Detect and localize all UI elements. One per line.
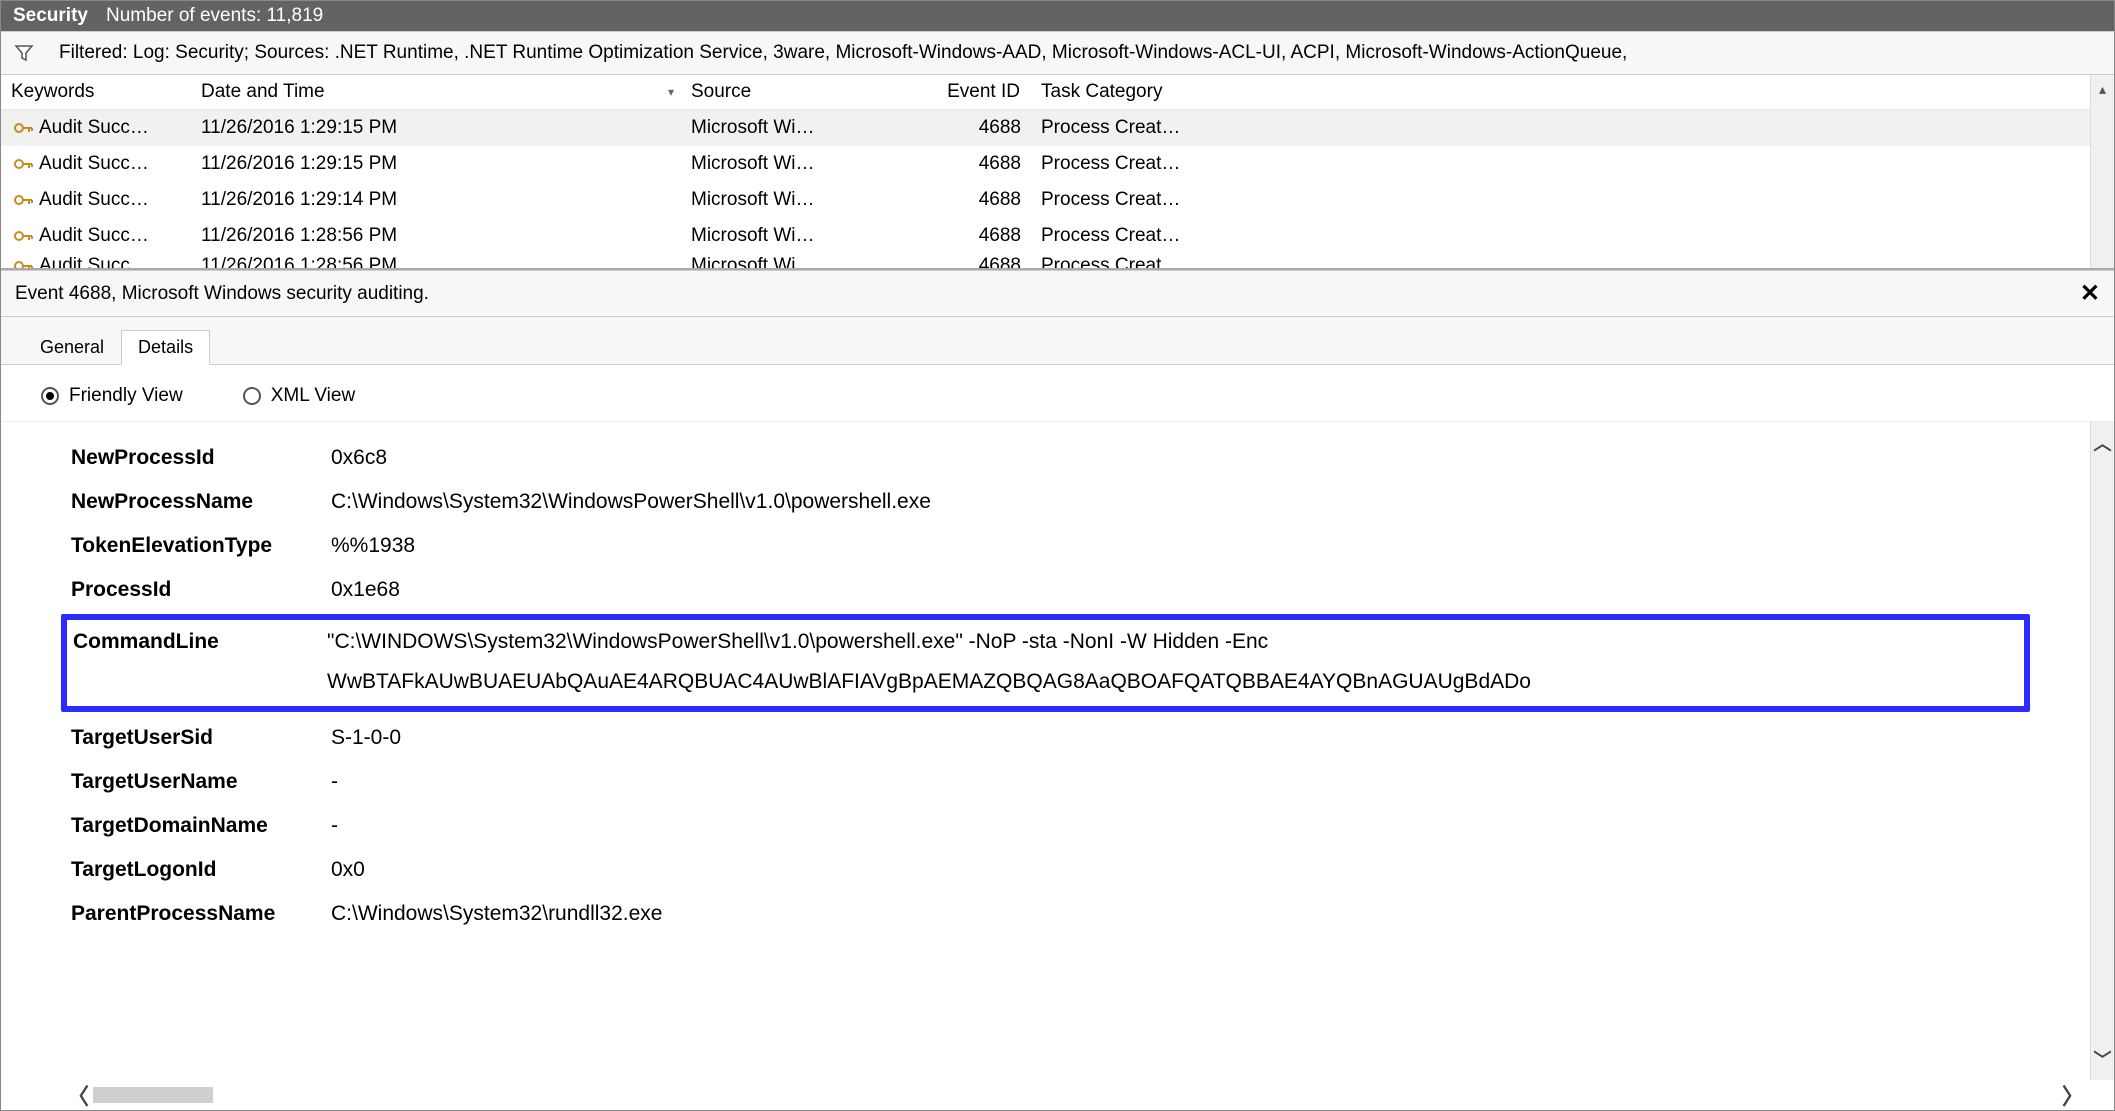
- col-source[interactable]: Source: [681, 75, 921, 109]
- prop-label: CommandLine: [73, 622, 327, 662]
- event-count: Number of events: 11,819: [106, 5, 323, 27]
- prop-row: ProcessId 0x1e68: [71, 568, 2020, 612]
- tab-general[interactable]: General: [23, 330, 121, 365]
- event-grid: Keywords Date and Time ▾ Source Event ID…: [1, 75, 2114, 270]
- table-row[interactable]: Audit Succ… 11/26/2016 1:29:14 PM Micros…: [1, 182, 2114, 218]
- prop-row: TargetDomainName -: [71, 804, 2020, 848]
- log-name: Security: [13, 5, 88, 27]
- prop-value: "C:\WINDOWS\System32\WindowsPowerShell\v…: [327, 622, 2018, 662]
- titlebar: Security Number of events: 11,819: [1, 1, 2114, 31]
- table-row[interactable]: Audit Succ… 11/26/2016 1:28:56 PM Micros…: [1, 254, 2114, 268]
- filter-description: Filtered: Log: Security; Sources: .NET R…: [59, 42, 1627, 64]
- scroll-up-icon[interactable]: ︿: [2094, 430, 2112, 456]
- prop-value: WwBTAFkAUwBUAEUAbQAuAE4ARQBUAC4AUwBlAFIA…: [327, 662, 2018, 702]
- prop-label: ProcessId: [71, 568, 331, 612]
- prop-row: NewProcessName C:\Windows\System32\Windo…: [71, 480, 2020, 524]
- col-category[interactable]: Task Category: [1031, 75, 1231, 109]
- col-keywords[interactable]: Keywords: [1, 75, 191, 109]
- key-icon: [11, 188, 35, 212]
- key-icon: [11, 224, 35, 248]
- prop-row: NewProcessId 0x6c8: [71, 436, 2020, 480]
- scroll-right-icon[interactable]: 〉: [2062, 1079, 2084, 1110]
- event-viewer-window: Security Number of events: 11,819 Filter…: [0, 0, 2115, 1111]
- details-title: Event 4688, Microsoft Windows security a…: [15, 283, 429, 305]
- prop-value: 0x0: [331, 848, 2020, 892]
- prop-value: 0x1e68: [331, 568, 2020, 612]
- prop-label: TargetUserName: [71, 760, 331, 804]
- prop-label: NewProcessName: [71, 480, 331, 524]
- prop-row: TargetUserName -: [71, 760, 2020, 804]
- table-row[interactable]: Audit Succ… 11/26/2016 1:29:15 PM Micros…: [1, 146, 2114, 182]
- prop-row: TargetLogonId 0x0: [71, 848, 2020, 892]
- scroll-thumb[interactable]: [93, 1087, 213, 1103]
- scroll-up-icon[interactable]: ▴: [2099, 81, 2106, 98]
- prop-value: -: [331, 804, 2020, 848]
- tab-details[interactable]: Details: [121, 330, 210, 365]
- filter-icon[interactable]: [13, 42, 35, 64]
- grid-header: Keywords Date and Time ▾ Source Event ID…: [1, 75, 2114, 110]
- scroll-left-icon[interactable]: 〈: [67, 1079, 89, 1110]
- col-eventid[interactable]: Event ID: [921, 75, 1031, 109]
- prop-row: WwBTAFkAUwBUAEUAbQAuAE4ARQBUAC4AUwBlAFIA…: [73, 662, 2018, 702]
- details-tabs: General Details: [1, 317, 2114, 365]
- prop-label: TargetUserSid: [71, 716, 331, 760]
- prop-label: TargetLogonId: [71, 848, 331, 892]
- event-properties: SubjectLogonId 0x3e7ab NewProcessId 0x6c…: [1, 422, 2114, 1110]
- prop-value: %%1938: [331, 524, 2020, 568]
- view-mode-radios: Friendly View XML View: [1, 365, 2114, 422]
- prop-value: -: [331, 760, 2020, 804]
- table-row[interactable]: Audit Succ… 11/26/2016 1:29:15 PM Micros…: [1, 110, 2114, 146]
- details-vscrollbar[interactable]: ︿ ﹀: [2090, 422, 2114, 1080]
- prop-row: TokenElevationType %%1938: [71, 524, 2020, 568]
- prop-row: ParentProcessName C:\Windows\System32\ru…: [71, 892, 2020, 936]
- details-hscrollbar[interactable]: 〈 〉: [61, 1080, 2090, 1110]
- grid-scrollbar[interactable]: ▴: [2090, 75, 2114, 268]
- key-icon: [11, 116, 35, 140]
- prop-label: NewProcessId: [71, 436, 331, 480]
- grid-body[interactable]: Audit Succ… 11/26/2016 1:29:15 PM Micros…: [1, 110, 2114, 268]
- radio-friendly-view[interactable]: Friendly View: [41, 385, 183, 407]
- close-icon[interactable]: ✕: [2080, 279, 2100, 308]
- filter-bar: Filtered: Log: Security; Sources: .NET R…: [1, 31, 2114, 75]
- prop-row: TargetUserSid S-1-0-0: [71, 716, 2020, 760]
- prop-row: CommandLine "C:\WINDOWS\System32\Windows…: [73, 622, 2018, 662]
- prop-value: C:\Windows\System32\rundll32.exe: [331, 892, 2020, 936]
- prop-value: S-1-0-0: [331, 716, 2020, 760]
- col-datetime[interactable]: Date and Time ▾: [191, 75, 681, 109]
- key-icon: [11, 152, 35, 176]
- commandline-highlight: CommandLine "C:\WINDOWS\System32\Windows…: [61, 614, 2030, 712]
- prop-value: 0x6c8: [331, 436, 2020, 480]
- details-pane-header: Event 4688, Microsoft Windows security a…: [1, 270, 2114, 317]
- prop-label: TokenElevationType: [71, 524, 331, 568]
- radio-icon: [41, 387, 59, 405]
- radio-xml-view[interactable]: XML View: [243, 385, 355, 407]
- scroll-down-icon[interactable]: ﹀: [2094, 1046, 2112, 1072]
- key-icon: [11, 254, 35, 268]
- sort-indicator-icon: ▾: [668, 85, 674, 99]
- prop-value: C:\Windows\System32\WindowsPowerShell\v1…: [331, 480, 2020, 524]
- prop-label: TargetDomainName: [71, 804, 331, 848]
- prop-label: ParentProcessName: [71, 892, 331, 936]
- radio-icon: [243, 387, 261, 405]
- table-row[interactable]: Audit Succ… 11/26/2016 1:28:56 PM Micros…: [1, 218, 2114, 254]
